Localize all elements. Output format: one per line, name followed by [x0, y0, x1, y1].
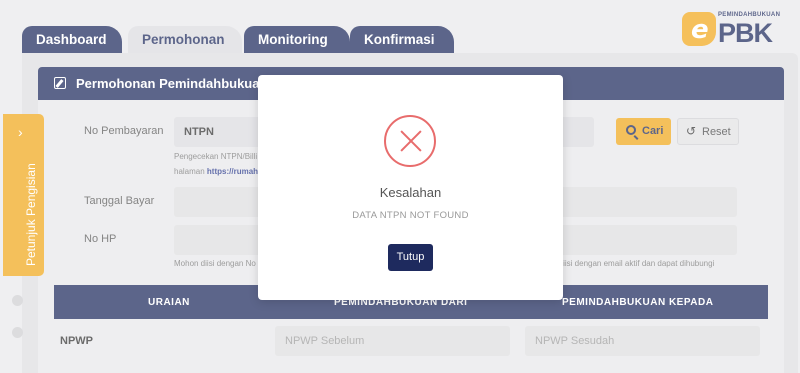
close-button[interactable]: Tutup: [388, 244, 433, 271]
dialog-title: Kesalahan: [379, 185, 442, 200]
error-x-icon: [384, 115, 436, 167]
error-dialog: Kesalahan DATA NTPN NOT FOUND Tutup: [258, 75, 563, 300]
dialog-message: DATA NTPN NOT FOUND: [352, 210, 469, 221]
